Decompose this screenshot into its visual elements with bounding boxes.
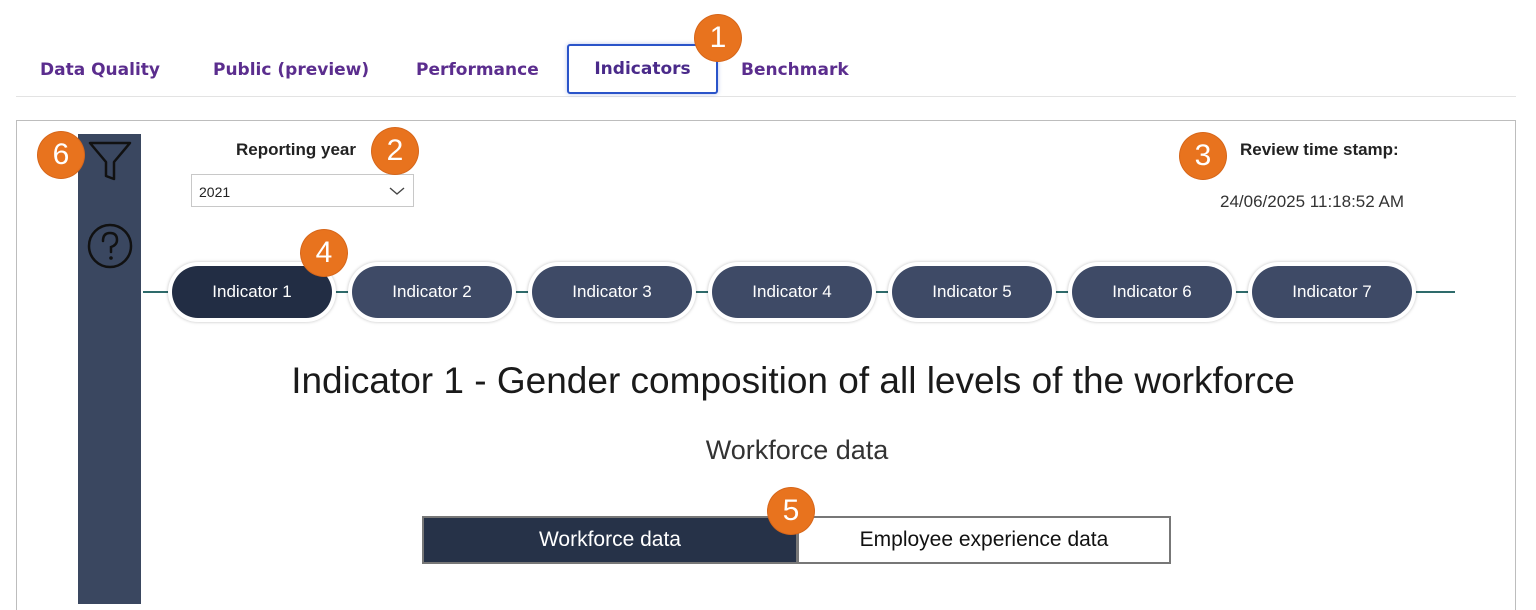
indicator-2-button[interactable]: Indicator 2	[352, 266, 512, 318]
reporting-year-dropdown[interactable]: 2021	[191, 174, 414, 207]
workforce-data-button[interactable]: Workforce data	[422, 516, 798, 564]
filter-icon[interactable]	[84, 136, 136, 188]
indicator-pill-3: Indicator 3	[528, 262, 696, 322]
indicator-pill-7: Indicator 7	[1248, 262, 1416, 322]
review-timestamp-value: 24/06/2025 11:18:52 AM	[1220, 192, 1405, 211]
tab-performance[interactable]: Performance	[416, 44, 539, 94]
tab-public-preview[interactable]: Public (preview)	[213, 44, 369, 94]
tab-benchmark[interactable]: Benchmark	[741, 44, 849, 94]
reporting-year-label: Reporting year	[236, 140, 356, 159]
indicator-3-button[interactable]: Indicator 3	[532, 266, 692, 318]
indicator-pill-2: Indicator 2	[348, 262, 516, 322]
employee-experience-data-button[interactable]: Employee experience data	[797, 516, 1171, 564]
review-timestamp-label: Review time stamp:	[1240, 140, 1399, 159]
callout-badge-5: 5	[768, 488, 814, 534]
help-icon[interactable]	[84, 220, 136, 272]
chevron-down-icon	[389, 187, 405, 195]
indicator-pill-4: Indicator 4	[708, 262, 876, 322]
reporting-year-value: 2021	[199, 184, 231, 200]
callout-badge-6: 6	[38, 132, 84, 178]
callout-badge-4: 4	[301, 230, 347, 276]
tab-data-quality[interactable]: Data Quality	[40, 44, 160, 94]
report-tab-bar: Data Quality Public (preview) Performanc…	[16, 44, 1516, 97]
callout-badge-3: 3	[1180, 133, 1226, 179]
section-subtitle: Workforce data	[705, 435, 889, 465]
page-title: Indicator 1 - Gender composition of all …	[291, 360, 1295, 401]
indicator-5-button[interactable]: Indicator 5	[892, 266, 1052, 318]
callout-badge-1: 1	[695, 15, 741, 61]
tab-indicators[interactable]: Indicators	[567, 44, 718, 94]
indicator-7-button[interactable]: Indicator 7	[1252, 266, 1412, 318]
indicator-pill-6: Indicator 6	[1068, 262, 1236, 322]
indicator-4-button[interactable]: Indicator 4	[712, 266, 872, 318]
indicator-6-button[interactable]: Indicator 6	[1072, 266, 1232, 318]
indicator-pill-5: Indicator 5	[888, 262, 1056, 322]
callout-badge-2: 2	[372, 128, 418, 174]
indicator-1-button[interactable]: Indicator 1	[172, 266, 332, 318]
